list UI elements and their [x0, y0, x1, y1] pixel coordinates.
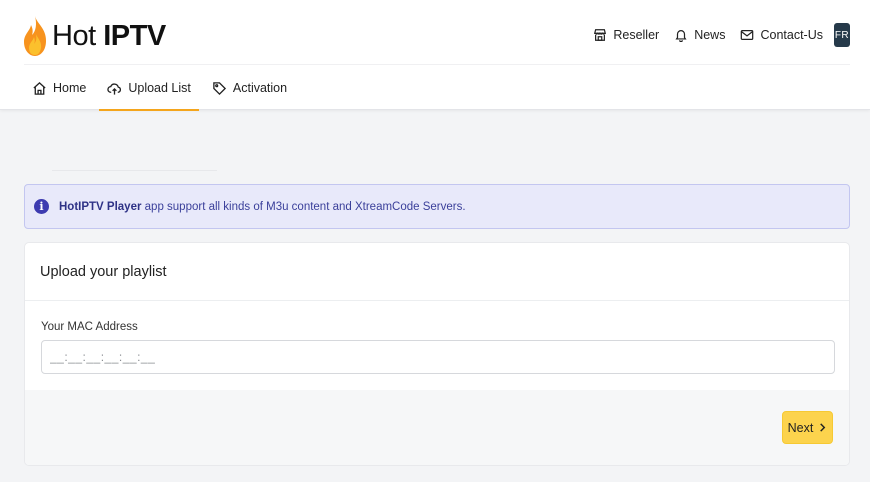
alert-text: HotIPTV Player app support all kinds of … [59, 201, 466, 213]
nav-activation[interactable]: Activation [204, 66, 295, 110]
card-body: Your MAC Address [25, 301, 849, 390]
mac-address-label: Your MAC Address [41, 321, 138, 333]
info-alert: i HotIPTV Player app support all kinds o… [24, 184, 850, 229]
logo[interactable]: Hot IPTV [22, 14, 166, 58]
alert-message: app support all kinds of M3u content and… [141, 200, 466, 213]
nav-upload-list-label: Upload List [128, 81, 191, 95]
logo-text-bold: IPTV [103, 19, 166, 52]
site-header: Hot IPTV Reseller News Contact-Us FR Hom… [0, 0, 870, 111]
reseller-link[interactable]: Reseller [593, 28, 659, 42]
home-icon [33, 81, 46, 95]
card-title: Upload your playlist [25, 243, 849, 301]
contact-us-label: Contact-Us [760, 28, 823, 42]
reseller-label: Reseller [613, 28, 660, 42]
header-divider [24, 64, 850, 65]
next-button-label: Next [787, 420, 814, 435]
info-icon: i [34, 199, 49, 214]
language-switcher[interactable]: FR [834, 23, 850, 47]
alert-app-name: HotIPTV Player [59, 200, 142, 213]
store-icon [594, 29, 607, 41]
nav-activation-label: Activation [232, 81, 288, 95]
cloud-upload-icon [107, 82, 122, 95]
card-footer: Next [25, 390, 849, 465]
top-links: Reseller News Contact-Us FR [578, 23, 850, 47]
flame-icon [24, 16, 46, 56]
contact-us-link[interactable]: Contact-Us [740, 28, 823, 42]
logo-text: Hot IPTV [52, 20, 166, 53]
logo-text-light: Hot [52, 19, 96, 52]
upload-card: Upload your playlist Your MAC Address Ne… [24, 242, 850, 466]
faint-divider [52, 170, 217, 171]
main-nav: Home Upload List Activation [24, 66, 300, 111]
nav-home-label: Home [53, 81, 87, 95]
nav-upload-list[interactable]: Upload List [99, 66, 199, 111]
news-link[interactable]: News [674, 28, 725, 42]
chevron-right-icon [820, 423, 826, 432]
tag-icon [213, 81, 226, 95]
nav-home[interactable]: Home [24, 66, 94, 110]
mac-address-input[interactable] [41, 340, 835, 374]
news-label: News [694, 28, 726, 42]
next-button[interactable]: Next [782, 411, 833, 444]
mail-icon [741, 30, 754, 40]
bell-icon [675, 30, 687, 42]
